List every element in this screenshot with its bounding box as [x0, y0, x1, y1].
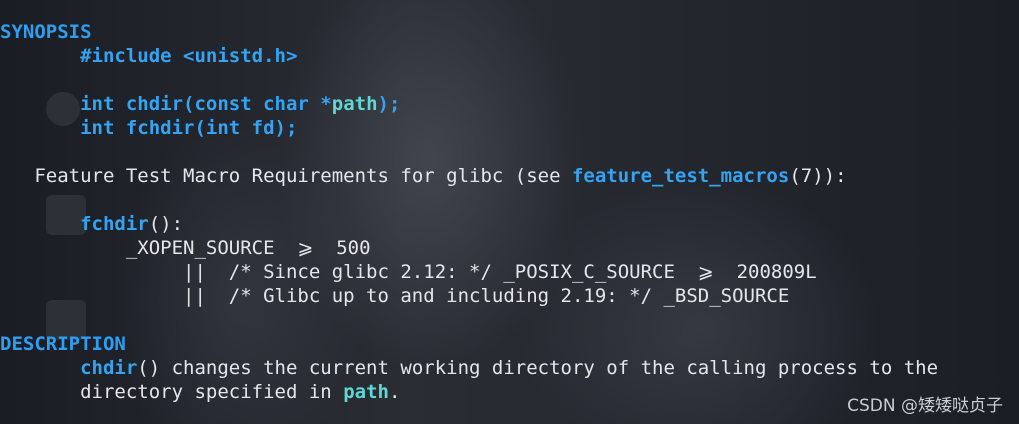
chdir-path-param: path — [331, 93, 378, 115]
feature-test-line: Feature Test Macro Requirements for glib… — [0, 164, 938, 188]
description-heading: DESCRIPTION — [0, 333, 126, 355]
xopen-source-requirement: _XOPEN_SOURCE ⩾ 500 — [125, 237, 371, 259]
feature-test-macros-link[interactable]: feature_test_macros — [572, 165, 789, 187]
fchdir-declaration: int fchdir(int fd); — [0, 116, 938, 140]
fchdir-signature: int fchdir(int fd); — [80, 117, 298, 139]
description-line-2: directory specified in path. — [0, 380, 938, 404]
bsd-source-line: || /* Glibc up to and including 2.19: */… — [0, 284, 938, 308]
feature-test-text: Feature Test Macro Requirements for glib… — [34, 165, 572, 187]
synopsis-heading-line: SYNOPSIS — [0, 20, 938, 44]
include-line: #include <unistd.h> — [0, 44, 938, 68]
posix-source-line: || /* Since glibc 2.12: */ _POSIX_C_SOUR… — [0, 260, 938, 284]
chdir-signature-end: ); — [377, 93, 401, 115]
feature-test-suffix: (7)): — [789, 165, 847, 187]
csdn-watermark: CSDN @矮矮哒贞子 — [847, 396, 1003, 416]
include-directive: #include <unistd.h> — [80, 45, 298, 67]
description-text-2: directory specified in — [80, 381, 344, 403]
xopen-source-line: _XOPEN_SOURCE ⩾ 500 — [0, 236, 938, 260]
description-chdir-name: chdir — [80, 357, 138, 379]
description-heading-line: DESCRIPTION — [0, 332, 938, 356]
chdir-declaration: int chdir(const char *path); — [0, 92, 938, 116]
description-text-2-end: . — [388, 381, 401, 403]
chdir-signature: int chdir(const char * — [80, 93, 332, 115]
fchdir-func-name: fchdir — [80, 213, 149, 235]
description-path-param: path — [343, 381, 389, 403]
synopsis-heading: SYNOPSIS — [0, 21, 92, 43]
description-text-1: () changes the current working directory… — [137, 357, 939, 379]
terminal-man-page: SYNOPSIS #include <unistd.h> int chdir(c… — [0, 20, 938, 404]
description-line-1: chdir() changes the current working dire… — [0, 356, 938, 380]
fchdir-requirements-line: fchdir(): — [0, 212, 938, 236]
bsd-source-requirement: || /* Glibc up to and including 2.19: */… — [183, 285, 790, 307]
posix-source-requirement: || /* Since glibc 2.12: */ _POSIX_C_SOUR… — [183, 261, 817, 283]
fchdir-func-suffix: (): — [148, 213, 184, 235]
